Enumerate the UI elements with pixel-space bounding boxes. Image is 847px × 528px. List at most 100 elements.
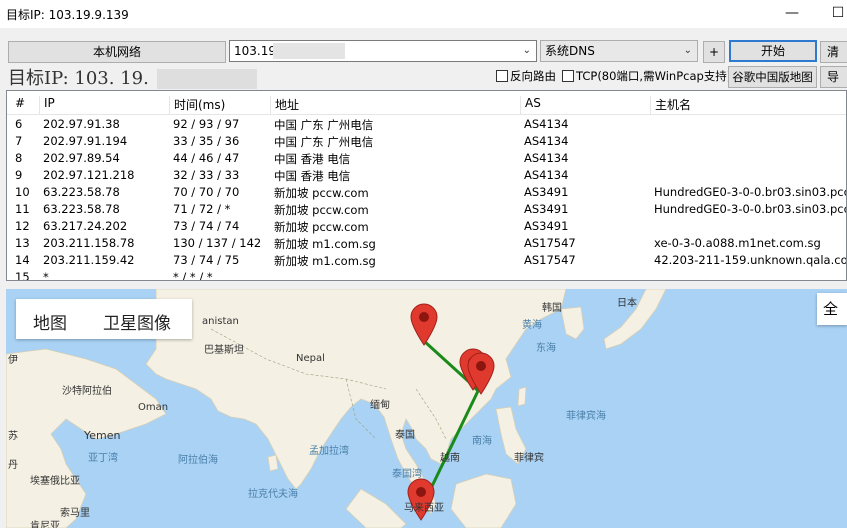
cell-address: 新加坡 pccw.com [274, 186, 369, 200]
cell-ip: 202.97.89.54 [43, 151, 120, 165]
table-row[interactable]: 13 203.211.158.78 130 / 137 / 142 新加坡 m1.co… [7, 236, 846, 253]
map-label: 马来西亚 [404, 503, 444, 514]
map-label: 阿拉伯海 [178, 455, 218, 466]
table-row[interactable]: 15 * * / * / * [7, 270, 846, 281]
map-label: 沙特阿拉伯 [62, 386, 112, 397]
checkbox-icon [496, 70, 508, 82]
table-row[interactable]: 14 203.211.159.42 73 / 74 / 75 新加坡 m1.com.s… [7, 253, 846, 270]
cell-address: 新加坡 m1.com.sg [274, 254, 376, 268]
cell-ip: 63.217.24.202 [43, 219, 128, 233]
cell-ip: * [43, 270, 49, 281]
table-row[interactable]: 6 202.97.91.38 92 / 93 / 97 中国 广东 广州电信 AS413… [7, 117, 846, 134]
col-header-hostname[interactable]: 主机名 [650, 96, 691, 114]
col-header-as[interactable]: AS [520, 96, 541, 114]
redacted-mask [156, 69, 257, 89]
redacted-mask [273, 43, 345, 59]
map-label: 巴基斯坦 [204, 345, 244, 356]
tcp-checkbox[interactable]: TCP(80端口,需WinPcap支持) [562, 68, 731, 84]
add-button[interactable]: + [703, 41, 725, 63]
export-button[interactable]: 导 [820, 66, 847, 88]
cell-time: 33 / 35 / 36 [173, 134, 240, 148]
cell-address: 新加坡 m1.com.sg [274, 237, 376, 251]
local-network-button[interactable]: 本机网络 [8, 41, 226, 63]
cell-index: 14 [15, 253, 30, 267]
map-marker-icon[interactable] [409, 302, 439, 346]
map-label: Nepal [296, 353, 325, 364]
cell-time: 92 / 93 / 97 [173, 117, 240, 131]
cell-time: 70 / 70 / 70 [173, 185, 240, 199]
cell-index: 10 [15, 185, 30, 199]
cell-as: AS17547 [524, 236, 576, 250]
target-ip-label: 目标IP: [8, 68, 69, 89]
table-row[interactable]: 7 202.97.91.194 33 / 35 / 36 中国 广东 广州电信 AS41… [7, 134, 846, 151]
map-label: Yemen [84, 429, 121, 442]
start-button[interactable]: 开始 [729, 40, 817, 62]
cell-address: 中国 香港 电信 [274, 152, 351, 166]
map-label: Oman [138, 402, 169, 413]
google-china-map-button[interactable]: 谷歌中国版地图 [728, 66, 817, 88]
col-header-ip[interactable]: IP [39, 96, 55, 114]
map-label: 泰国湾 [392, 469, 422, 480]
table-row[interactable]: 10 63.223.58.78 70 / 70 / 70 新加坡 pccw.com AS… [7, 185, 846, 202]
cell-time: * / * / * [173, 270, 213, 281]
maximize-button[interactable]: ☐ [826, 4, 847, 24]
col-header-index[interactable]: # [11, 96, 25, 114]
cell-time: 32 / 33 / 33 [173, 168, 240, 182]
cell-hostname: xe-0-3-0.a088.m1net.com.sg [654, 236, 821, 250]
map-label: 缅甸 [370, 400, 390, 411]
map-marker-icon[interactable] [466, 351, 496, 395]
cell-ip: 202.97.91.38 [43, 117, 120, 131]
clear-button[interactable]: 清 [820, 41, 847, 63]
map-label: 韩国 [542, 303, 562, 314]
window-title: 目标IP: 103.19.9.139 [6, 8, 129, 22]
map-label: 菲律宾 [514, 453, 544, 464]
map-tab-map[interactable]: 地图 [33, 309, 67, 334]
cell-index: 6 [15, 117, 23, 131]
cell-ip: 203.211.159.42 [43, 253, 135, 267]
map-label: 肯尼亚 [30, 521, 60, 528]
cell-index: 9 [15, 168, 23, 182]
map-label: 越南 [440, 453, 460, 464]
cell-as: AS4134 [524, 117, 569, 131]
map-type-switcher: 地图 卫星图像 [16, 299, 192, 339]
col-header-time[interactable]: 时间(ms) [169, 96, 225, 114]
cell-index: 13 [15, 236, 30, 250]
cell-as: AS3491 [524, 219, 569, 233]
dns-select-value: 系统DNS [545, 44, 595, 58]
cell-address: 中国 广东 广州电信 [274, 135, 374, 149]
target-combo[interactable]: 103.19. ⌄ [229, 40, 537, 62]
cell-hostname: 42.203-211-159.unknown.qala.com.sg [654, 253, 846, 267]
cell-time: 71 / 72 / * [173, 202, 231, 216]
dns-select[interactable]: 系统DNS ⌄ [540, 40, 698, 62]
fullscreen-button[interactable]: 全屏 [817, 293, 847, 325]
map-label: 黄海 [522, 320, 542, 331]
cell-as: AS4134 [524, 134, 569, 148]
cell-as: AS3491 [524, 185, 569, 199]
cell-as: AS17547 [524, 253, 576, 267]
reverse-route-checkbox[interactable]: 反向路由 [496, 68, 556, 84]
cell-index: 15 [15, 270, 30, 281]
cell-as: AS4134 [524, 151, 569, 165]
cell-ip: 203.211.158.78 [43, 236, 135, 250]
cell-index: 7 [15, 134, 23, 148]
col-header-address[interactable]: 地址 [270, 96, 299, 114]
map-label: 泰国 [395, 430, 415, 441]
map-label: 拉克代夫海 [248, 489, 298, 500]
map-tab-satellite[interactable]: 卫星图像 [103, 309, 171, 334]
map-label: 东海 [536, 343, 556, 354]
table-row[interactable]: 12 63.217.24.202 73 / 74 / 74 新加坡 pccw.com A… [7, 219, 846, 236]
chevron-down-icon: ⌄ [683, 45, 692, 56]
cell-ip: 202.97.121.218 [43, 168, 135, 182]
map-label: 索马里 [60, 508, 90, 519]
map-label: 埃塞俄比亚 [30, 476, 80, 487]
minimize-button[interactable]: — [780, 4, 804, 24]
table-row[interactable]: 9 202.97.121.218 32 / 33 / 33 中国 香港 电信 AS413… [7, 168, 846, 185]
checkbox-icon [562, 70, 574, 82]
route-map[interactable]: anistan 巴基斯坦 Nepal 沙特阿拉伯 Oman Yemen 亚丁湾 … [6, 289, 847, 528]
cell-address: 中国 香港 电信 [274, 169, 351, 183]
target-ip-display: 目标IP: 103. 19. [8, 64, 257, 90]
table-row[interactable]: 8 202.97.89.54 44 / 46 / 47 中国 香港 电信 AS4134 [7, 151, 846, 168]
table-row[interactable]: 11 63.223.58.78 71 / 72 / * 新加坡 pccw.com AS3… [7, 202, 846, 219]
cell-ip: 63.223.58.78 [43, 185, 120, 199]
cell-index: 11 [15, 202, 30, 216]
